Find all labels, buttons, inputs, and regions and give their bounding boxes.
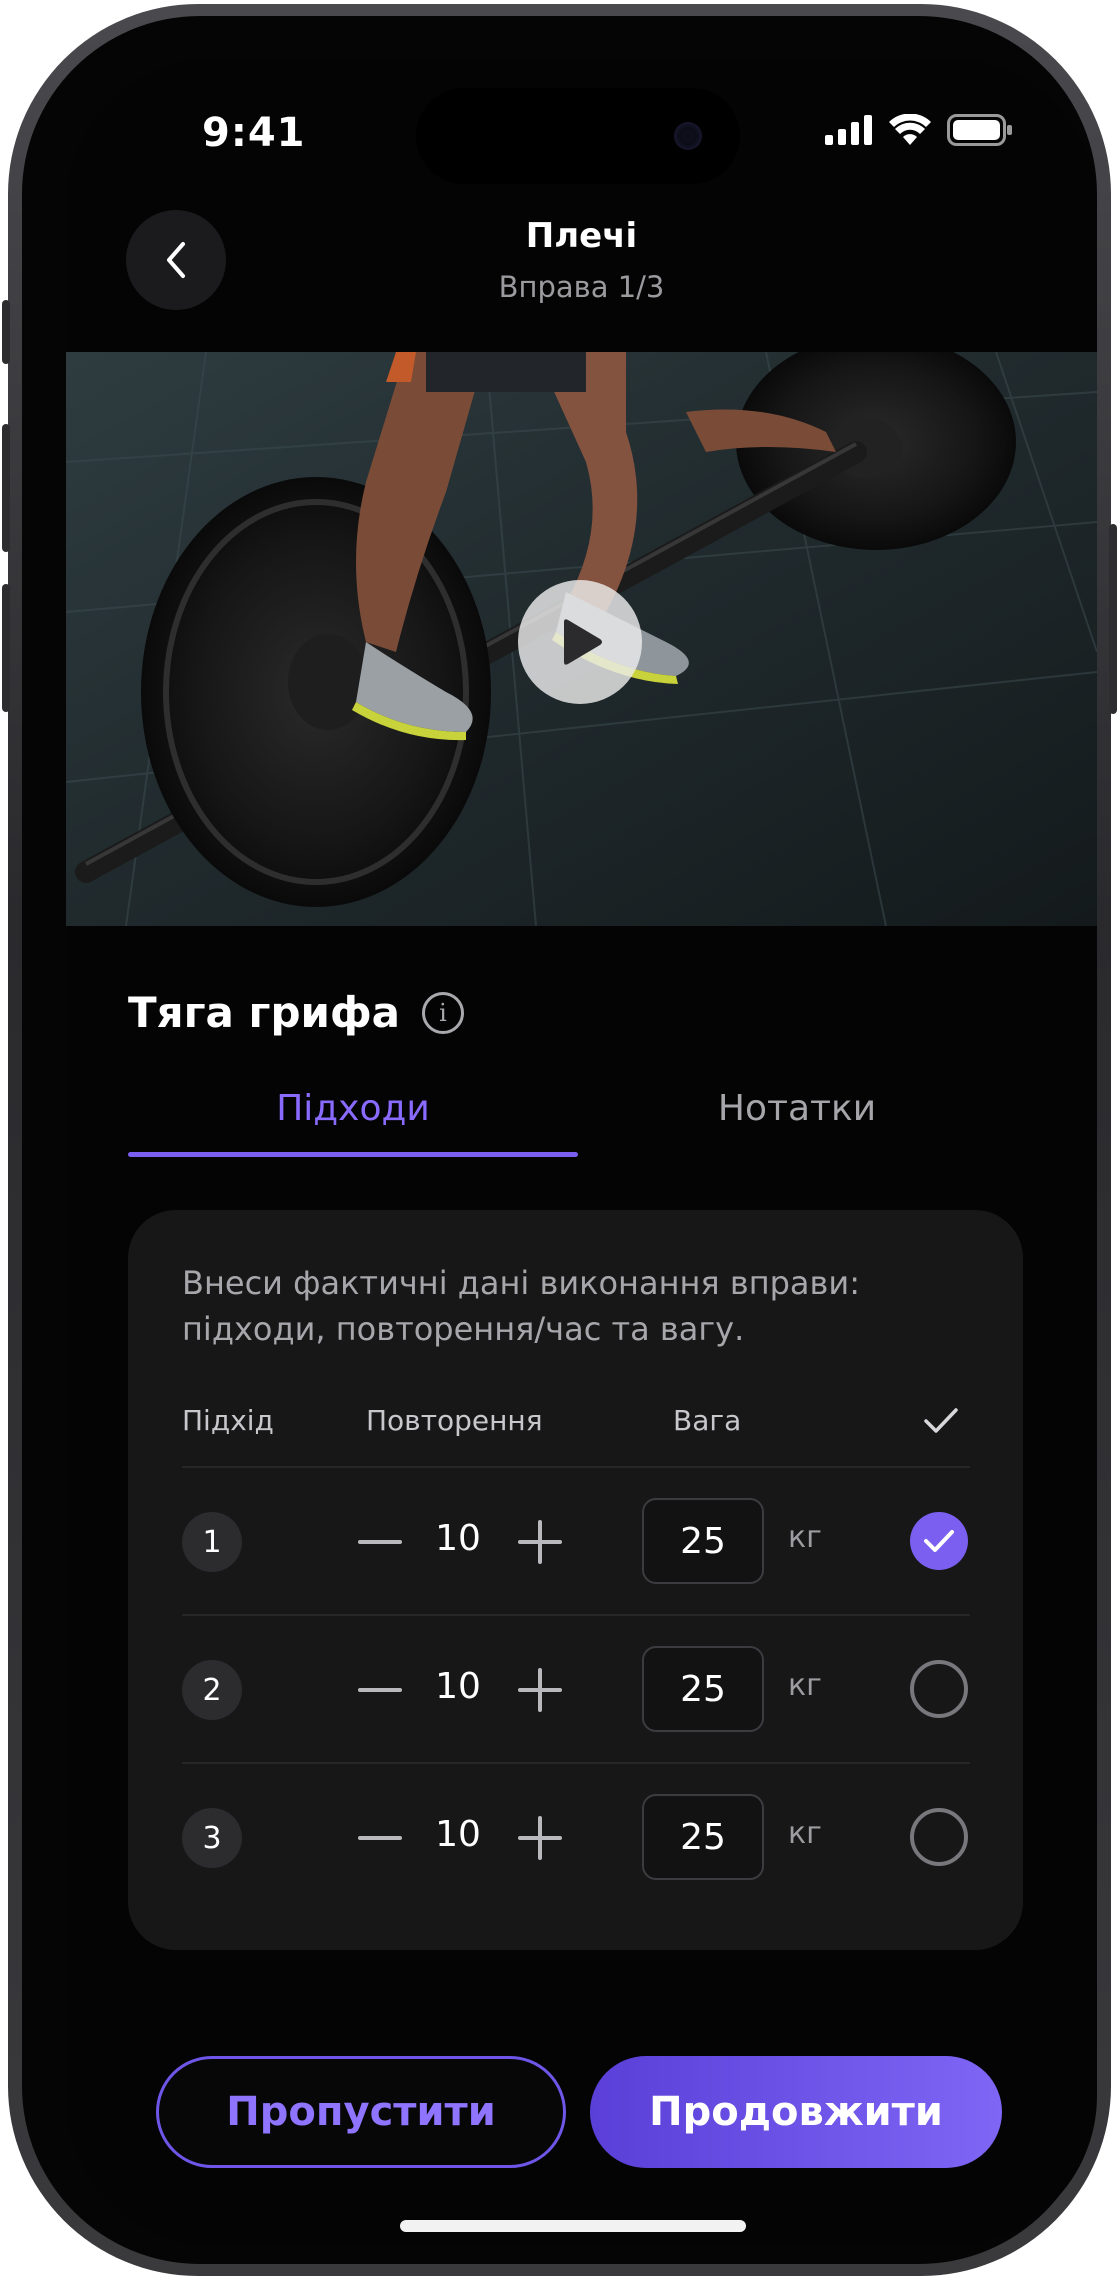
info-icon[interactable]: i [421,991,464,1034]
sets-description: Внеси фактичні дані виконання вправи: пі… [182,1264,860,1348]
action-button [2,300,10,364]
reps-value: 10 [435,1518,481,1559]
battery-icon [947,114,1012,146]
set-complete-checkbox[interactable] [910,1660,968,1718]
screen: 9:41 Плечі Вправа 1/3 Тяга грифа i Підхо… [66,58,1097,2246]
weight-input[interactable]: 25 [642,1498,764,1584]
weight-input[interactable]: 25 [642,1794,764,1880]
reps-value: 10 [435,1666,481,1707]
column-header-weight: Вага [673,1404,742,1437]
decrease-reps-button[interactable] [358,1540,402,1544]
page-title: Плечі [525,216,638,256]
set-row: 2 10 25 кг [182,1614,970,1764]
decrease-reps-button[interactable] [358,1836,402,1840]
weight-unit: кг [788,1816,822,1851]
volume-up-button [2,424,10,552]
power-button [1109,524,1117,714]
weight-input[interactable]: 25 [642,1646,764,1732]
status-icons [825,114,1013,146]
set-number-badge: 1 [182,1512,242,1572]
camera-icon [674,122,702,150]
set-complete-checkbox[interactable] [910,1512,968,1570]
active-tab-indicator [128,1152,578,1157]
bezel: 9:41 Плечі Вправа 1/3 Тяга грифа i Підхо… [22,16,1097,2264]
set-row: 1 10 25 кг [182,1466,970,1616]
check-icon [924,1408,958,1433]
wifi-icon [889,114,931,145]
exercise-progress: Вправа 1/3 [498,270,665,304]
tab-notes[interactable]: Нотатки [572,1088,1022,1168]
sets-card: Внеси фактичні дані виконання вправи: пі… [128,1210,1023,1950]
weight-unit: кг [788,1520,822,1555]
column-header-set: Підхід [182,1404,274,1437]
exercise-title-text: Тяга грифа [128,988,400,1037]
increase-reps-button[interactable] [518,1668,562,1712]
phone-frame: 9:41 Плечі Вправа 1/3 Тяга грифа i Підхо… [2,4,1117,2276]
check-icon [924,1530,954,1552]
cellular-signal-icon [825,115,872,145]
set-number-badge: 2 [182,1660,242,1720]
set-complete-checkbox[interactable] [910,1808,968,1866]
weight-unit: кг [788,1668,822,1703]
exercise-title: Тяга грифа i [128,988,464,1037]
column-header-reps: Повторення [366,1404,543,1437]
status-time: 9:41 [202,110,306,156]
home-indicator[interactable] [400,2220,746,2232]
exercise-video[interactable] [66,352,1097,926]
continue-button[interactable]: Продовжити [590,2056,1002,2168]
play-icon [564,619,602,665]
set-number-badge: 3 [182,1808,242,1868]
increase-reps-button[interactable] [518,1520,562,1564]
increase-reps-button[interactable] [518,1816,562,1860]
set-row: 3 10 25 кг [182,1762,970,1912]
play-button[interactable] [518,580,642,704]
dynamic-island [416,88,740,184]
volume-down-button [2,584,10,712]
decrease-reps-button[interactable] [358,1688,402,1692]
skip-button[interactable]: Пропустити [156,2056,566,2168]
reps-value: 10 [435,1814,481,1855]
